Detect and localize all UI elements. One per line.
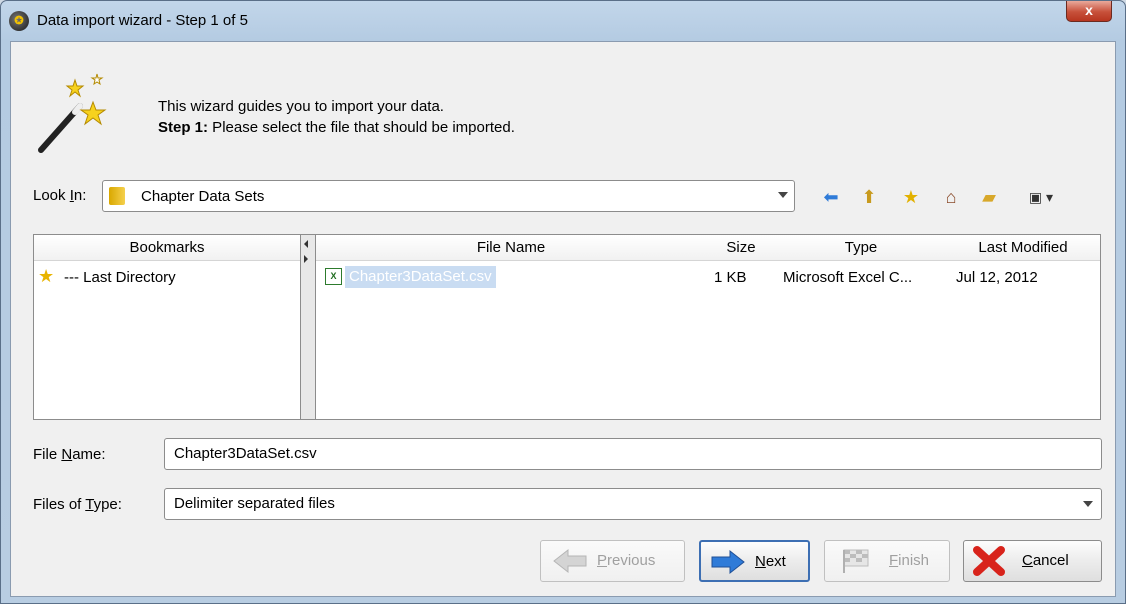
magic-wand-icon [38, 73, 107, 153]
new-folder-icon[interactable]: ▰ [977, 186, 1001, 208]
bookmarks-panel: Bookmarks ★ --- Last Directory [33, 234, 301, 420]
chevron-down-icon [1083, 501, 1093, 507]
next-label: Next [755, 553, 786, 570]
intro-line-2: Step 1: Please select the file that shou… [158, 117, 515, 138]
title-bar[interactable]: ✪ Data import wizard - Step 1 of 5 x [1, 1, 1125, 41]
look-in-dropdown[interactable]: Chapter Data Sets [102, 180, 795, 212]
next-button[interactable]: Next [699, 540, 810, 582]
finish-button[interactable]: Finish [824, 540, 950, 582]
cancel-x-icon [973, 546, 1005, 576]
chevron-down-icon [778, 192, 788, 198]
previous-label: Previous [597, 552, 656, 569]
folder-icon [109, 187, 125, 205]
back-arrow-icon[interactable]: ⬅ [819, 186, 843, 208]
bookmark-label: --- Last Directory [64, 269, 176, 286]
panel-splitter[interactable] [301, 234, 315, 420]
excel-csv-icon: X [325, 268, 342, 285]
back-arrow-icon [553, 548, 587, 574]
file-type-value: Delimiter separated files [174, 495, 335, 512]
type-cell: Microsoft Excel C... [783, 269, 913, 286]
intro-text: This wizard guides you to import your da… [158, 96, 515, 138]
wizard-window: ✪ Data import wizard - Step 1 of 5 x Thi… [0, 0, 1126, 604]
column-header-last-modified[interactable]: Last Modified [946, 235, 1100, 261]
forward-arrow-icon [711, 549, 745, 575]
bookmarks-header[interactable]: Bookmarks [34, 235, 300, 261]
file-type-label: Files of Type: [33, 496, 122, 513]
app-icon: ✪ [9, 11, 29, 31]
previous-button[interactable]: Previous [540, 540, 685, 582]
bookmark-item[interactable]: ★ --- Last Directory [38, 266, 298, 289]
table-row[interactable]: X Chapter3DataSet.csv 1 KB Microsoft Exc… [316, 263, 1100, 289]
cancel-button[interactable]: Cancel [963, 540, 1102, 582]
column-header-type[interactable]: Type [776, 235, 946, 261]
column-header-file-name[interactable]: File Name [316, 235, 706, 261]
add-bookmark-icon[interactable]: ★ [899, 186, 923, 208]
step-label: Step 1: [158, 119, 209, 136]
wizard-content: This wizard guides you to import your da… [10, 41, 1116, 597]
step-instruction: Please select the file that should be im… [208, 119, 515, 136]
look-in-value: Chapter Data Sets [141, 188, 265, 205]
file-type-dropdown[interactable]: Delimiter separated files [164, 488, 1102, 520]
up-folder-icon[interactable]: ⬆ [857, 186, 881, 208]
file-name-input[interactable]: Chapter3DataSet.csv [164, 438, 1102, 470]
look-in-label: Look In: [33, 187, 87, 204]
view-menu-icon[interactable]: ▣ ▾ [1021, 186, 1061, 208]
file-name-label: File Name: [33, 446, 106, 463]
close-button[interactable]: x [1066, 1, 1112, 22]
column-header-size[interactable]: Size [706, 235, 776, 261]
file-name-cell[interactable]: Chapter3DataSet.csv [345, 266, 496, 288]
intro-line-1: This wizard guides you to import your da… [158, 98, 444, 115]
collapse-right-icon[interactable] [304, 255, 308, 263]
size-cell: 1 KB [714, 269, 747, 286]
file-list-table: File Name Size Type Last Modified X Chap… [315, 234, 1101, 420]
cancel-label: Cancel [1022, 552, 1069, 569]
window-title: Data import wizard - Step 1 of 5 [37, 12, 248, 29]
collapse-left-icon[interactable] [304, 240, 308, 248]
modified-cell: Jul 12, 2012 [956, 269, 1038, 286]
finish-label: Finish [889, 552, 930, 569]
checkered-flag-icon [843, 549, 869, 573]
star-icon: ★ [38, 266, 55, 286]
home-icon[interactable]: ⌂ [939, 186, 963, 208]
